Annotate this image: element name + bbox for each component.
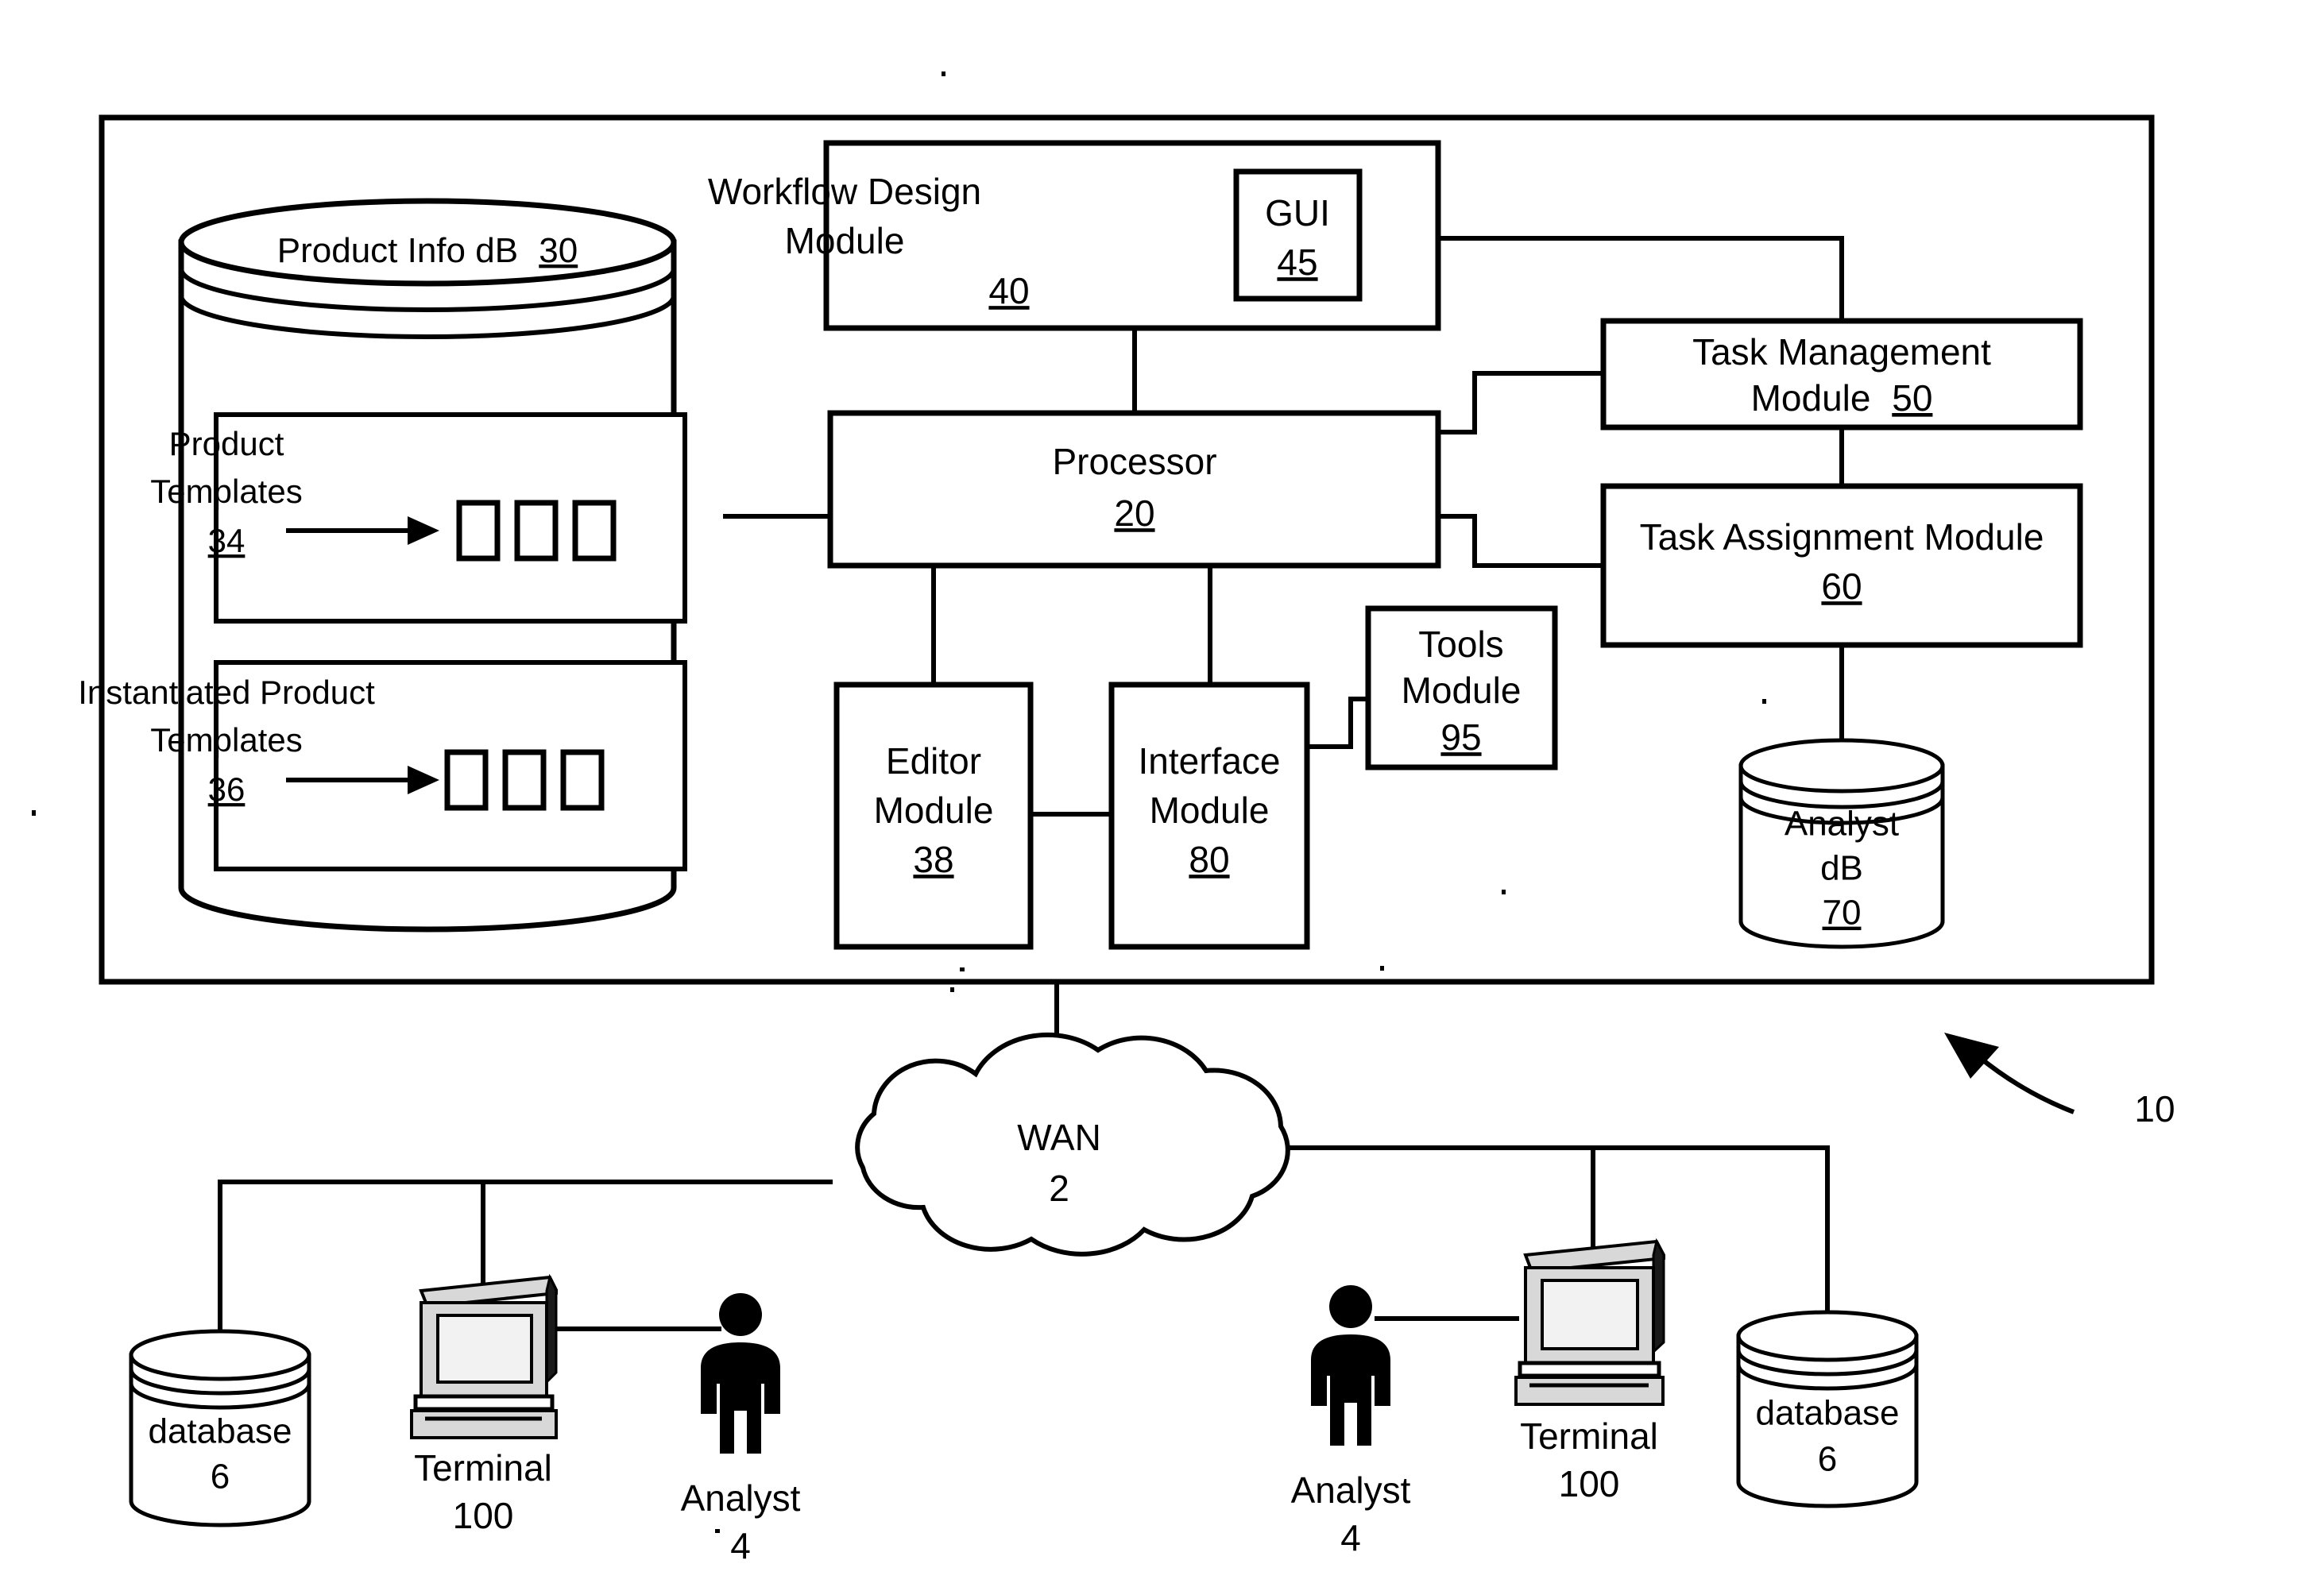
analyst-db-cylinder: Analyst dB 70 bbox=[1738, 738, 1945, 949]
product-templates-box: Product Templates 34 bbox=[150, 412, 687, 624]
instantiated-templates-numeral: 36 bbox=[208, 770, 246, 808]
instantiated-template-item bbox=[444, 749, 489, 811]
left-database-cylinder: database 6 bbox=[129, 1329, 311, 1527]
task-management-module: Task Management Module 50 bbox=[1600, 318, 2083, 431]
tools-module-numeral: 95 bbox=[1440, 716, 1481, 758]
processor-box: Processor 20 bbox=[827, 410, 1441, 569]
interface-module-label-line2: Module bbox=[1150, 790, 1270, 831]
interface-module-numeral: 80 bbox=[1189, 839, 1229, 880]
product-templates-label-line1: Product bbox=[169, 425, 284, 462]
left-terminal-icon: Terminal 100 bbox=[410, 1273, 558, 1536]
left-analyst-numeral: 4 bbox=[730, 1525, 751, 1566]
workflow-design-module-numeral: 40 bbox=[988, 270, 1029, 311]
instantiated-templates-label-line1: Instantiated Product bbox=[78, 674, 375, 711]
product-template-item bbox=[572, 500, 617, 562]
editor-module-numeral: 38 bbox=[913, 839, 953, 880]
connector-processor-taskmgmt bbox=[1438, 371, 1603, 434]
instantiated-product-templates-box: Instantiated Product Templates 36 bbox=[78, 660, 687, 871]
left-database-label: database bbox=[148, 1412, 292, 1451]
left-terminal-numeral: 100 bbox=[453, 1495, 514, 1536]
gui-numeral: 45 bbox=[1277, 241, 1317, 283]
task-assignment-module: Task Assignment Module 60 bbox=[1600, 483, 2083, 648]
analyst-db-label-line2: dB bbox=[1820, 849, 1863, 888]
product-templates-numeral: 34 bbox=[208, 522, 246, 559]
task-assignment-module-numeral: 60 bbox=[1821, 566, 1862, 607]
left-terminal-label: Terminal bbox=[414, 1447, 552, 1489]
tools-module: Tools Module 95 bbox=[1365, 605, 1558, 770]
wan-cloud: WAN 2 bbox=[855, 1032, 1290, 1257]
right-analyst-numeral: 4 bbox=[1340, 1517, 1361, 1558]
reference-arrow-head bbox=[1944, 1033, 1999, 1079]
right-terminal-icon: Terminal 100 bbox=[1514, 1238, 1665, 1504]
editor-module: Editor Module 38 bbox=[833, 682, 1034, 950]
product-templates-label-line2: Templates bbox=[150, 473, 302, 510]
connector-gui-taskmgmt bbox=[1438, 236, 1844, 321]
task-assignment-module-label-line1: Task Assignment Module bbox=[1640, 516, 2044, 558]
reference-arrow-shaft bbox=[1977, 1054, 2075, 1114]
right-database-label: database bbox=[1755, 1394, 1899, 1433]
right-database-numeral: 6 bbox=[1818, 1440, 1837, 1479]
connector-processor-taskassign bbox=[1438, 514, 1603, 568]
right-terminal-numeral: 100 bbox=[1559, 1463, 1620, 1504]
connector-interface-tools bbox=[1307, 697, 1368, 749]
task-management-module-label-line2: Module 50 bbox=[1751, 377, 1933, 419]
wan-label: WAN bbox=[1017, 1117, 1101, 1158]
gui-label: GUI bbox=[1265, 192, 1330, 234]
tools-module-label-line1: Tools bbox=[1418, 624, 1503, 665]
editor-module-label-line2: Module bbox=[874, 790, 994, 831]
instantiated-template-item bbox=[502, 749, 547, 811]
workflow-design-module: Workflow Design Module 40 GUI 45 bbox=[708, 140, 1441, 331]
tools-module-label-line2: Module bbox=[1402, 670, 1522, 711]
workflow-design-module-label-line1: Workflow Design bbox=[708, 171, 981, 212]
left-analyst-person-icon: Analyst 4 bbox=[681, 1293, 801, 1566]
left-database-numeral: 6 bbox=[211, 1458, 230, 1496]
task-management-module-label-line1: Task Management bbox=[1692, 331, 1991, 373]
right-analyst-label: Analyst bbox=[1291, 1469, 1411, 1511]
right-database-cylinder: database 6 bbox=[1736, 1310, 1919, 1508]
product-template-item bbox=[456, 500, 501, 562]
reference-numeral-10: 10 bbox=[1944, 1033, 2175, 1130]
processor-label: Processor bbox=[1052, 441, 1216, 482]
analyst-db-label-line1: Analyst bbox=[1785, 805, 1899, 844]
instantiated-template-item bbox=[560, 749, 605, 811]
patent-system-diagram: Product Info dB 30 Product Templates 34 … bbox=[32, 71, 2175, 1566]
right-terminal-label: Terminal bbox=[1520, 1415, 1658, 1457]
interface-module-label-line1: Interface bbox=[1139, 740, 1281, 782]
workflow-design-module-label-line2: Module bbox=[785, 220, 905, 261]
interface-module: Interface Module 80 bbox=[1108, 682, 1310, 950]
processor-numeral: 20 bbox=[1114, 492, 1154, 534]
reference-numeral-label: 10 bbox=[2134, 1088, 2175, 1130]
editor-module-label-line1: Editor bbox=[886, 740, 981, 782]
wan-numeral: 2 bbox=[1049, 1168, 1069, 1209]
instantiated-templates-label-line2: Templates bbox=[150, 721, 302, 759]
product-template-item bbox=[514, 500, 559, 562]
right-analyst-person-icon: Analyst 4 bbox=[1291, 1285, 1411, 1558]
left-analyst-label: Analyst bbox=[681, 1477, 801, 1519]
analyst-db-numeral: 70 bbox=[1823, 894, 1862, 933]
